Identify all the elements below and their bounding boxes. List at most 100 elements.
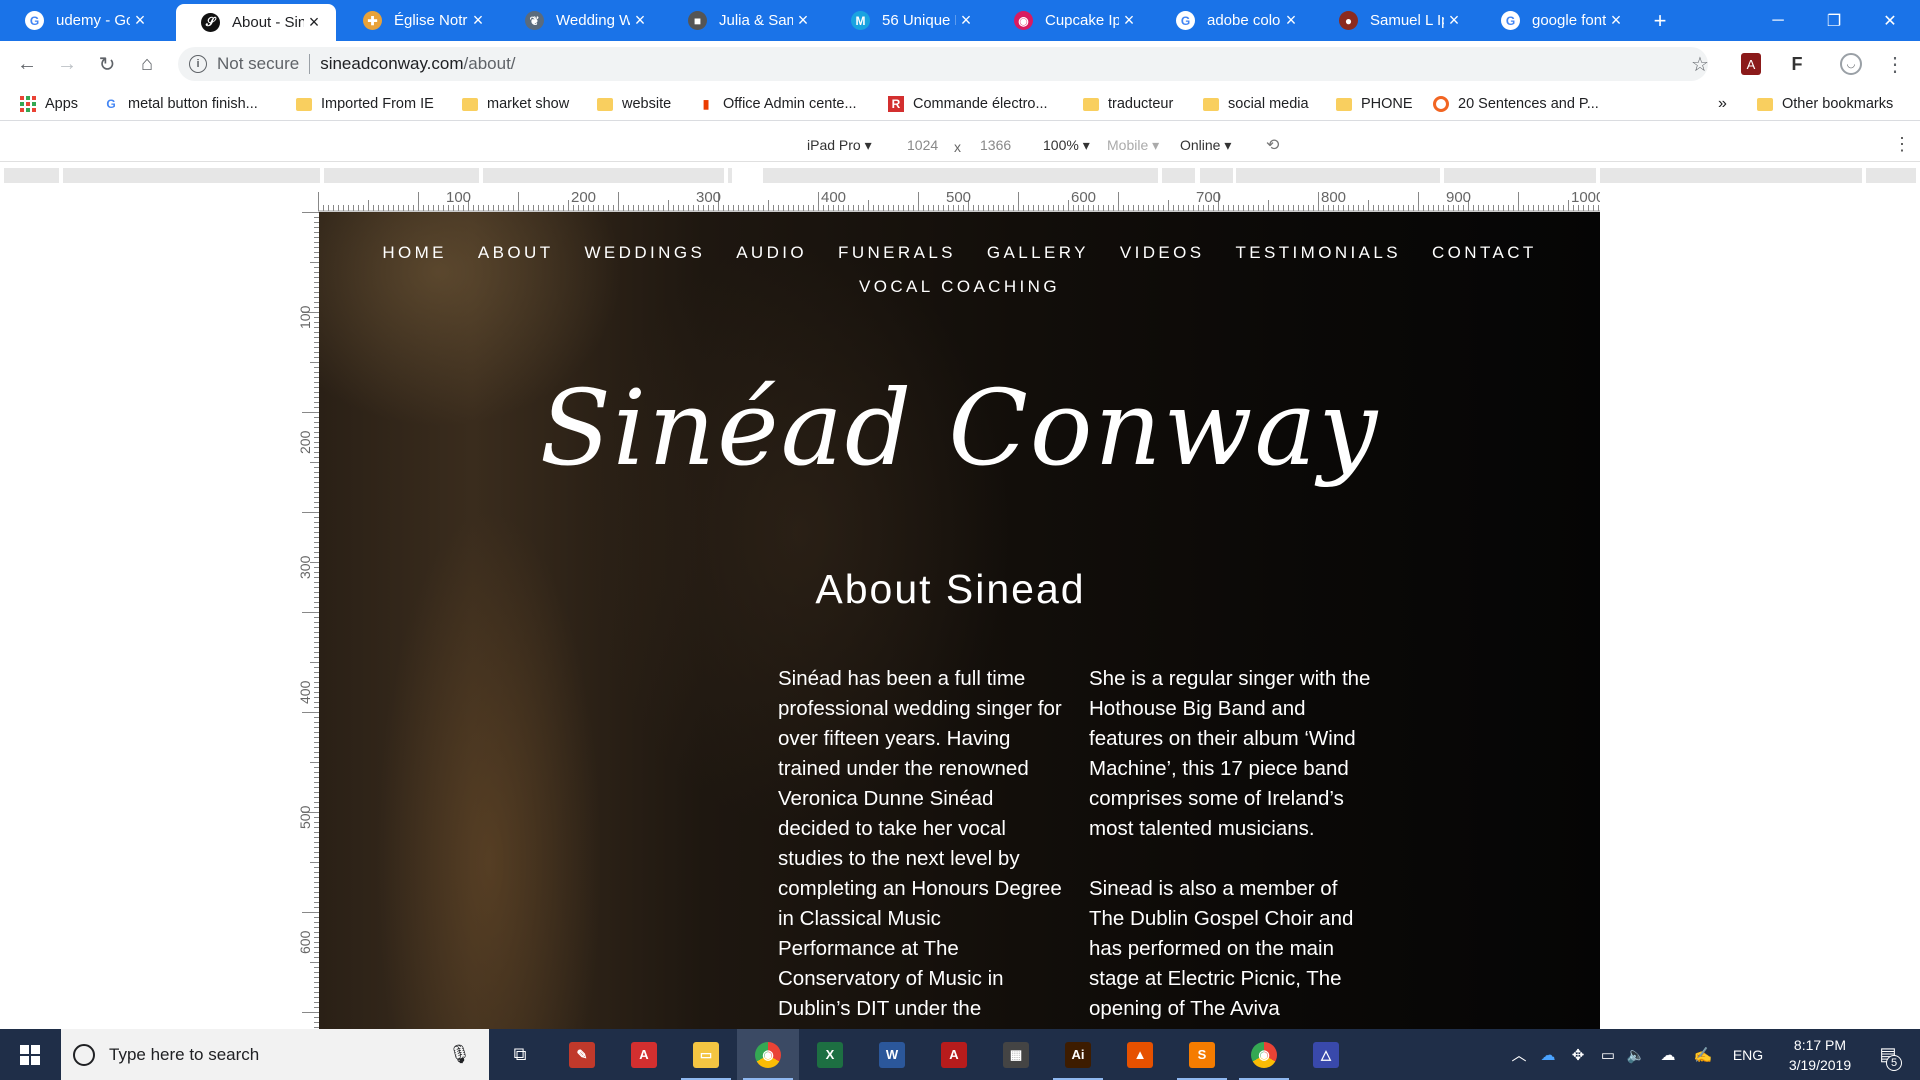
clock[interactable]: 8:17 PM 3/19/2019 [1770,1029,1870,1080]
bookmark-item[interactable]: website [597,87,671,121]
nav-link-gallery[interactable]: GALLERY [987,243,1089,263]
bookmark-item[interactable]: 20 Sentences and P... [1433,87,1599,121]
device-select[interactable]: iPad Pro ▾ [807,137,872,154]
task-view-icon[interactable]: ⧉ [489,1029,551,1080]
media-query-segment[interactable] [1444,168,1596,183]
nav-link-about[interactable]: ABOUT [478,243,554,263]
browser-tab[interactable]: ❦ Wedding W × [500,0,662,41]
paint-app-icon[interactable]: ✎ [551,1029,613,1080]
illustrator-app-icon[interactable]: Ai [1047,1029,1109,1080]
close-tab-icon[interactable]: × [956,10,976,31]
bookmark-item[interactable]: market show [462,87,569,121]
address-bar[interactable]: i Not secure sineadconway.com/about/ [178,47,1708,81]
browser-tab[interactable]: Gadobe color × [1151,0,1313,41]
media-query-segment[interactable] [1600,168,1862,183]
bookmarks-overflow-icon[interactable]: » [1718,87,1727,121]
close-tab-icon[interactable]: × [1119,10,1139,31]
network-select[interactable]: Online ▾ [1180,137,1231,154]
media-query-segment[interactable] [1200,168,1233,183]
browser-tab[interactable]: ● Samuel L Ips× [1314,0,1476,41]
tray-overflow-icon[interactable]: ︿ [1506,1029,1532,1080]
windows-start-button[interactable] [0,1029,60,1080]
browser-tab[interactable]: ■ Julia & Sam × [663,0,825,41]
microphone-icon[interactable]: 🎙 [448,1044,471,1065]
close-tab-icon[interactable]: × [630,10,650,31]
browser-tab[interactable]: 𝒮 About - Sine× [176,4,336,41]
nav-link-contact[interactable]: CONTACT [1432,243,1537,263]
bookmark-item[interactable]: Gmetal button finish... [103,87,257,121]
browser-tab[interactable]: ◉ Cupcake Ips× [989,0,1151,41]
nav-link-funerals[interactable]: FUNERALS [838,243,956,263]
media-query-segment[interactable] [483,168,724,183]
sublime-app-icon[interactable]: S [1171,1029,1233,1080]
dropbox-icon[interactable]: ✥ [1565,1029,1591,1080]
bookmark-item[interactable]: Apps [20,87,78,121]
cloud-sync-icon[interactable]: ☁ [1655,1029,1681,1080]
close-tab-icon[interactable]: × [1606,10,1626,31]
profile-icon[interactable]: ◡ [1840,53,1862,75]
bookmark-item[interactable]: social media [1203,87,1309,121]
chrome-app-icon-2[interactable]: ◉ [1233,1029,1295,1080]
close-tab-icon[interactable]: × [468,10,488,31]
zoom-select[interactable]: 100% ▾ [1043,137,1090,154]
new-tab-button[interactable]: + [1640,0,1680,41]
word-app-icon[interactable]: W [861,1029,923,1080]
media-query-segment[interactable] [1236,168,1440,183]
back-icon[interactable]: ← [10,47,44,81]
bookmark-item[interactable]: R Commande électro... [888,87,1048,121]
media-query-segment[interactable] [63,168,320,183]
calculator-app-icon[interactable]: ▦ [985,1029,1047,1080]
media-query-segment[interactable] [1162,168,1195,183]
devtools-more-icon[interactable]: ⋮ [1893,134,1911,155]
site-logo[interactable]: Sinéad Conway [319,367,1600,489]
mode-select[interactable]: Mobile ▾ [1107,137,1159,154]
nav-link-home[interactable]: HOME [382,243,447,263]
nav-link-testimonials[interactable]: TESTIMONIALS [1235,243,1401,263]
font-extension-icon[interactable]: F [1784,51,1810,77]
close-tab-icon[interactable]: × [130,10,150,31]
height-field[interactable]: 1366 [980,137,1011,153]
nav-link-videos[interactable]: VIDEOS [1120,243,1205,263]
other-bookmarks[interactable]: Other bookmarks [1757,87,1893,121]
media-query-segment[interactable] [1866,168,1916,183]
media-query-segment[interactable] [728,168,732,183]
taskbar-search[interactable]: Type here to search 🎙 [61,1029,489,1080]
browser-tab[interactable]: M 56 Unique L × [826,0,988,41]
close-tab-icon[interactable]: × [304,12,324,33]
triangle-app-icon[interactable]: △ [1295,1029,1357,1080]
chrome-app-icon[interactable]: ◉ [737,1029,799,1080]
media-query-segment[interactable] [324,168,479,183]
battery-icon[interactable]: ▭ [1595,1029,1621,1080]
browser-tab[interactable]: ✚ Église Notre × [338,0,500,41]
menu-kebab-icon[interactable]: ⋮ [1882,51,1908,77]
bookmark-item[interactable]: PHONE [1336,87,1413,121]
bookmark-item[interactable]: traducteur [1083,87,1173,121]
flame-app-icon[interactable]: ▲ [1109,1029,1171,1080]
pen-icon[interactable]: ✍ [1690,1029,1716,1080]
nav-link-audio[interactable]: AUDIO [736,243,807,263]
bookmark-item[interactable]: Imported From IE [296,87,434,121]
nav-link-weddings[interactable]: WEDDINGS [584,243,705,263]
acrobat-app-icon[interactable]: A [613,1029,675,1080]
width-field[interactable]: 1024 [907,137,938,153]
info-icon[interactable]: i [189,55,207,73]
browser-tab[interactable]: Gudemy - Go × [0,0,162,41]
excel-app-icon[interactable]: X [799,1029,861,1080]
close-tab-icon[interactable]: × [1281,10,1301,31]
home-icon[interactable]: ⌂ [130,47,164,81]
restore-icon[interactable]: ❐ [1806,0,1862,41]
forward-icon[interactable]: → [50,47,84,81]
acrobat-extension-icon[interactable]: A [1741,53,1761,75]
onedrive-icon[interactable]: ☁ [1535,1029,1561,1080]
bookmark-item[interactable]: ▮ Office Admin cente... [698,87,857,121]
file-explorer-icon[interactable]: ▭ [675,1029,737,1080]
volume-icon[interactable]: 🔈 [1623,1029,1649,1080]
close-tab-icon[interactable]: × [1444,10,1464,31]
media-query-segment[interactable] [763,168,1158,183]
language-indicator[interactable]: ENG [1730,1029,1766,1080]
minimize-icon[interactable]: ─ [1750,0,1806,41]
close-tab-icon[interactable]: × [793,10,813,31]
reload-icon[interactable]: ↻ [90,47,124,81]
acrobat-reader-icon[interactable]: A [923,1029,985,1080]
media-query-segment[interactable] [4,168,59,183]
